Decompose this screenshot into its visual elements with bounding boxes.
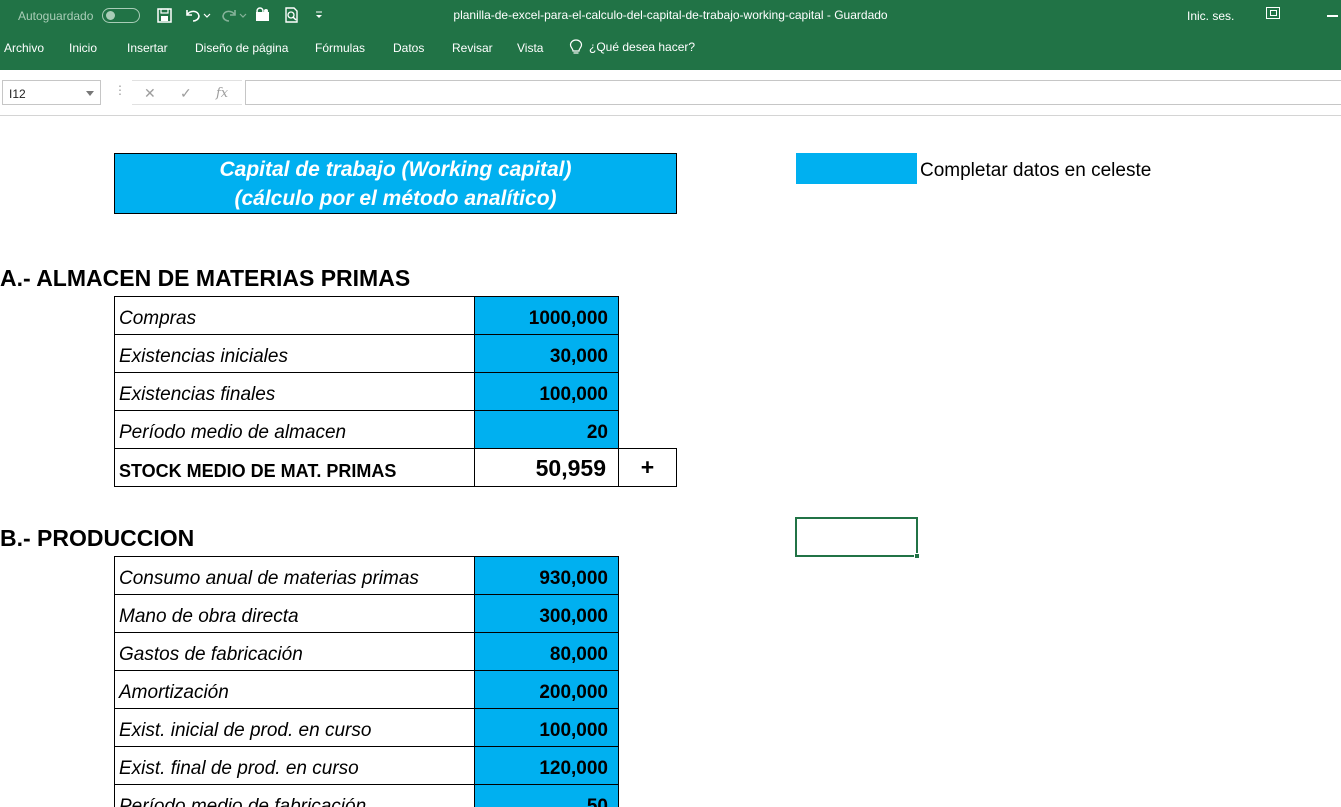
table-row: Gastos de fabricación 80,000 [114,632,619,671]
row-value[interactable]: 80,000 [474,632,619,671]
table-row: Existencias iniciales 30,000 [114,334,677,373]
total-row: STOCK MEDIO DE MAT. PRIMAS 50,959 + [114,448,677,487]
lightbulb-icon [569,39,583,54]
row-label[interactable]: Existencias finales [114,372,475,411]
row-value[interactable]: 20 [474,410,619,449]
table-row: Período medio de fabricación 50 [114,784,619,807]
tab-archivo[interactable]: Archivo [4,41,44,55]
table-row: Exist. final de prod. en curso 120,000 [114,746,619,785]
ribbon-tabs: Archivo Inicio Insertar Diseño de página… [0,32,1341,70]
total-value[interactable]: 50,959 [474,448,619,487]
fill-handle[interactable] [914,553,920,559]
row-value[interactable]: 300,000 [474,594,619,633]
legend-swatch[interactable] [796,153,917,184]
more-options-icon[interactable]: ⋮ [114,83,126,97]
window-title: planilla-de-excel-para-el-calculo-del-ca… [453,8,888,22]
table-row: Exist. inicial de prod. en curso 100,000 [114,708,619,747]
tab-insertar[interactable]: Insertar [127,41,168,55]
ribbon-display-options-icon[interactable] [1266,7,1280,19]
formula-input[interactable] [245,80,1341,105]
table-row: Período medio de almacen 20 [114,410,677,449]
row-value[interactable]: 100,000 [474,708,619,747]
title-bar: Autoguardado planilla-de-excel-para-el-c… [0,0,1341,32]
minimize-icon[interactable] [1327,15,1338,17]
row-value[interactable]: 50 [474,784,619,807]
section-b-table: Consumo anual de materias primas 930,000… [114,556,619,807]
row-label[interactable]: Exist. final de prod. en curso [114,746,475,785]
tab-formulas[interactable]: Fórmulas [315,41,365,55]
total-label[interactable]: STOCK MEDIO DE MAT. PRIMAS [114,448,475,487]
row-value[interactable]: 100,000 [474,372,619,411]
name-box-value: I12 [9,87,26,101]
row-label[interactable]: Mano de obra directa [114,594,475,633]
formula-buttons: ✕ ✓ fx [132,80,242,105]
row-value[interactable]: 120,000 [474,746,619,785]
tab-vista[interactable]: Vista [517,41,543,55]
row-label[interactable]: Exist. inicial de prod. en curso [114,708,475,747]
table-row: Amortización 200,000 [114,670,619,709]
table-row: Consumo anual de materias primas 930,000 [114,556,619,595]
enter-icon[interactable]: ✓ [180,85,192,102]
legend-text[interactable]: Completar datos en celeste [920,160,1151,182]
tell-me-label: ¿Qué desea hacer? [589,40,696,54]
tell-me-box[interactable]: ¿Qué desea hacer? [569,39,695,55]
worksheet-grid[interactable]: Capital de trabajo (Working capital) (cá… [0,117,1341,807]
table-row: Mano de obra directa 300,000 [114,594,619,633]
cancel-icon[interactable]: ✕ [144,85,156,102]
table-row: Compras 1000,000 [114,296,677,335]
table-row: Existencias finales 100,000 [114,372,677,411]
section-a-heading[interactable]: A.- ALMACEN DE MATERIAS PRIMAS [0,265,410,292]
row-value[interactable]: 1000,000 [474,296,619,335]
name-box[interactable]: I12 [2,80,101,105]
section-b-heading[interactable]: B.- PRODUCCION [0,525,194,552]
row-label[interactable]: Gastos de fabricación [114,632,475,671]
insert-function-icon[interactable]: fx [216,86,228,101]
sheet-title-line-2: (cálculo por el método analítico) [234,187,557,210]
row-label[interactable]: Amortización [114,670,475,709]
sheet-title[interactable]: Capital de trabajo (Working capital) (cá… [114,153,677,214]
row-label[interactable]: Existencias iniciales [114,334,475,373]
formula-bar: I12 ⋮ ✕ ✓ fx [0,70,1341,116]
row-value[interactable]: 930,000 [474,556,619,595]
tab-inicio[interactable]: Inicio [69,41,97,55]
sign-in-link[interactable]: Inic. ses. [1187,9,1234,23]
chevron-down-icon[interactable] [86,91,94,96]
tab-diseno-de-pagina[interactable]: Diseño de página [195,41,288,55]
row-label[interactable]: Período medio de fabricación [114,784,475,807]
row-label[interactable]: Consumo anual de materias primas [114,556,475,595]
plus-sign[interactable]: + [618,448,677,487]
tab-datos[interactable]: Datos [393,41,424,55]
section-a-table: Compras 1000,000 Existencias iniciales 3… [114,296,677,487]
row-label[interactable]: Período medio de almacen [114,410,475,449]
active-cell-selection[interactable] [795,517,920,559]
tab-revisar[interactable]: Revisar [452,41,493,55]
sheet-title-line-1: Capital de trabajo (Working capital) [219,158,572,181]
row-value[interactable]: 200,000 [474,670,619,709]
row-value[interactable]: 30,000 [474,334,619,373]
row-label[interactable]: Compras [114,296,475,335]
